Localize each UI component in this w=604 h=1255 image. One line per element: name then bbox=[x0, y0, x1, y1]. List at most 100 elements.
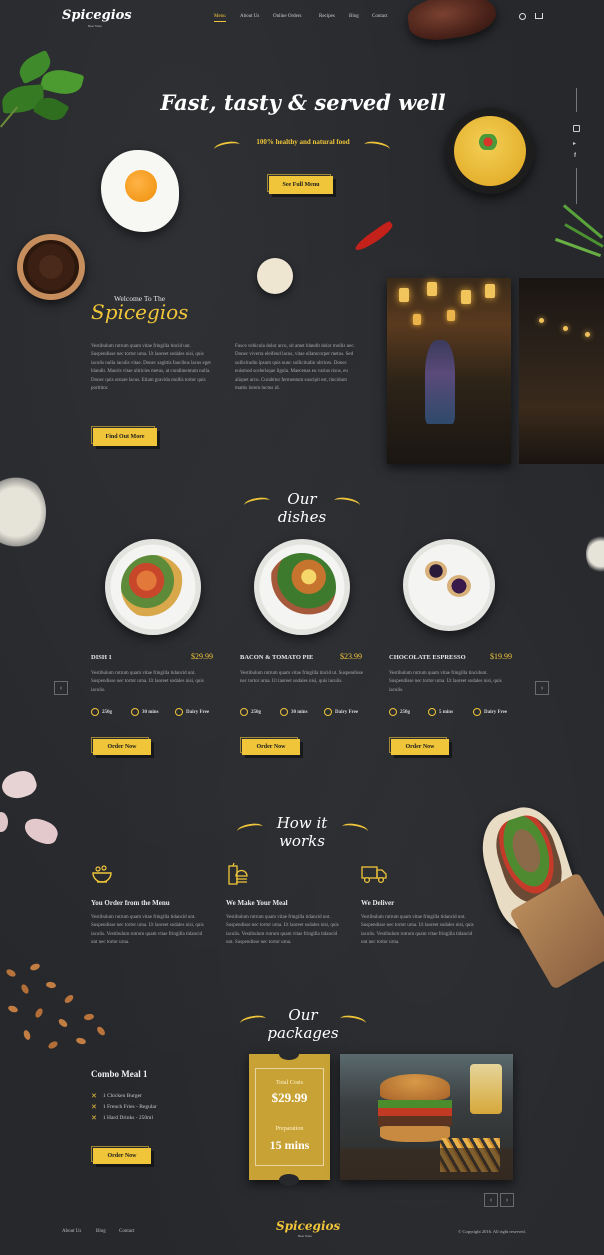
dish-2-order-button[interactable]: Order Now bbox=[240, 737, 300, 755]
find-out-more-button[interactable]: Find Out More bbox=[91, 426, 157, 446]
package-item: ✕ 1 French Fries - Regular bbox=[91, 1102, 157, 1111]
dish-1-name: DISH 1 bbox=[91, 654, 112, 661]
flour-image-right bbox=[586, 534, 604, 574]
soup-bowl-image bbox=[446, 108, 534, 194]
dish-3-weight: 250g bbox=[389, 708, 410, 716]
search-icon[interactable] bbox=[519, 13, 526, 20]
package-price-ticket: Total Costs $29.99 Preparation 15 mins bbox=[249, 1048, 330, 1186]
scale-icon bbox=[389, 708, 397, 716]
restaurant-photo-1 bbox=[387, 278, 511, 464]
dairy-free-icon bbox=[473, 708, 481, 716]
restaurant-photo-2 bbox=[519, 278, 604, 464]
dishes-prev-button[interactable]: ‹ bbox=[54, 681, 68, 695]
dairy-free-icon bbox=[324, 708, 332, 716]
facebook-icon[interactable]: f bbox=[574, 153, 576, 159]
check-icon: ✕ bbox=[91, 1113, 97, 1122]
dishes-next-button[interactable]: › bbox=[535, 681, 549, 695]
herb-sprig-image bbox=[548, 204, 604, 270]
coffee-bowl-image bbox=[17, 234, 85, 300]
dairy-free-icon bbox=[175, 708, 183, 716]
dish-1-weight: 250g bbox=[91, 708, 112, 716]
scale-icon bbox=[240, 708, 248, 716]
wrap-image bbox=[471, 798, 604, 990]
dish-2-tag: Dairy Free bbox=[324, 708, 358, 716]
instagram-icon[interactable] bbox=[573, 125, 580, 132]
package-item: ✕ 1 Chicken Burger bbox=[91, 1091, 142, 1100]
hero-swirl-right bbox=[363, 139, 391, 155]
logo[interactable]: Spicegios Best Taste bbox=[62, 8, 132, 28]
footer-logo-tagline: Best Taste bbox=[298, 1234, 312, 1238]
dish-3-price: $19.99 bbox=[490, 652, 512, 661]
nav-item-online-orders[interactable]: Online Orders bbox=[273, 14, 301, 19]
dish-3-image bbox=[403, 539, 495, 631]
dish-1-desc: Vestibulum rutrum quam vitae fringilla t… bbox=[91, 671, 204, 693]
flour-image bbox=[0, 474, 46, 550]
garlic-clove-image bbox=[21, 814, 61, 848]
dish-3-tag: Dairy Free bbox=[473, 708, 507, 716]
step-2-title: We Make Your Meal bbox=[226, 899, 288, 907]
check-icon: ✕ bbox=[91, 1102, 97, 1111]
nav-item-about[interactable]: About Us bbox=[240, 14, 259, 19]
nav-item-menu[interactable]: Menu bbox=[214, 14, 226, 22]
dishes-heading: Our dishes bbox=[277, 490, 327, 526]
package-name: Combo Meal 1 bbox=[91, 1069, 148, 1079]
packages-prev-button[interactable]: ‹ bbox=[484, 1193, 498, 1207]
check-icon: ✕ bbox=[91, 1091, 97, 1100]
dish-2-desc: Vestibulum rutrum quam vitae fringilla t… bbox=[240, 671, 364, 685]
footer-link-contact[interactable]: Contact bbox=[119, 1229, 135, 1234]
step-2-text: Vestibulum rutrum quam vitae fringilla t… bbox=[226, 915, 339, 946]
packages-heading: Our packages bbox=[267, 1006, 339, 1042]
delivery-truck-icon bbox=[361, 864, 387, 884]
cart-icon[interactable] bbox=[535, 13, 543, 19]
butter-dish-image bbox=[257, 258, 293, 294]
dish-2-name: BACON & TOMATO PIE bbox=[240, 654, 314, 661]
dish-3-name: CHOCOLATE ESPRESSO bbox=[389, 654, 466, 661]
almonds-image bbox=[0, 960, 116, 1064]
basil-image bbox=[0, 49, 96, 142]
hero-swirl-left bbox=[213, 139, 241, 155]
dish-1-time: 30 mins bbox=[131, 708, 159, 716]
dish-1-price: $29.99 bbox=[191, 652, 213, 661]
hero-subtitle: 100% healthy and natural food bbox=[256, 138, 350, 146]
step-1-text: Vestibulum rutrum quam vitae fringilla t… bbox=[91, 915, 204, 946]
fast-food-icon bbox=[226, 862, 248, 886]
dish-2-time: 30 mins bbox=[280, 708, 308, 716]
step-3-text: Vestibulum rutrum quam vitae fringilla t… bbox=[361, 915, 474, 946]
twitter-icon[interactable]: ▸ bbox=[573, 140, 576, 147]
footer-logo[interactable]: Spicegios Best Taste bbox=[276, 1219, 341, 1238]
steak-image bbox=[405, 0, 499, 44]
welcome-brand: Spicegios bbox=[91, 300, 189, 324]
scale-icon bbox=[91, 708, 99, 716]
nav-item-blog[interactable]: Blog bbox=[349, 14, 359, 19]
clock-icon bbox=[428, 708, 436, 716]
nav-item-recipes[interactable]: Recipes bbox=[319, 14, 335, 19]
footer-link-about[interactable]: About Us bbox=[62, 1229, 81, 1234]
nav-item-contact[interactable]: Contact bbox=[372, 14, 388, 19]
welcome-text-right: Fusce vehicula dolor arcu, sit amet blan… bbox=[235, 344, 355, 392]
preparation-label: Preparation bbox=[275, 1126, 304, 1132]
packages-next-button[interactable]: › bbox=[500, 1193, 514, 1207]
egg-image bbox=[101, 150, 179, 232]
social-divider-bottom bbox=[576, 168, 577, 204]
step-1-title: You Order from the Menu bbox=[91, 899, 170, 907]
dish-2-image bbox=[254, 539, 350, 635]
page: Spicegios Best Taste Menu About Us Onlin… bbox=[0, 0, 604, 1255]
package-order-button[interactable]: Order Now bbox=[91, 1146, 151, 1164]
welcome-text-left: Vestibulum rutrum quam vitae fringilla t… bbox=[91, 344, 211, 392]
garlic-image bbox=[0, 766, 40, 804]
footer-link-blog[interactable]: Blog bbox=[96, 1229, 106, 1234]
dish-1-order-button[interactable]: Order Now bbox=[91, 737, 151, 755]
dish-3-order-button[interactable]: Order Now bbox=[389, 737, 449, 755]
package-item: ✕ 1 Hard Drinks - 250ml bbox=[91, 1113, 153, 1122]
social-divider-top bbox=[576, 88, 577, 112]
total-costs-label: Total Costs bbox=[275, 1080, 304, 1086]
logo-tagline: Best Taste bbox=[88, 24, 102, 28]
dish-3-desc: Vestibulum rutrum quam vitae fringilla t… bbox=[389, 671, 502, 693]
dish-3-time: 5 mins bbox=[428, 708, 453, 716]
see-full-menu-button[interactable]: See Full Menu bbox=[267, 174, 333, 194]
total-costs-value: $29.99 bbox=[271, 1090, 308, 1105]
dish-2-weight: 250g bbox=[240, 708, 261, 716]
footer-logo-text: Spicegios bbox=[276, 1219, 341, 1233]
clock-icon bbox=[131, 708, 139, 716]
food-bowl-icon bbox=[91, 862, 113, 884]
